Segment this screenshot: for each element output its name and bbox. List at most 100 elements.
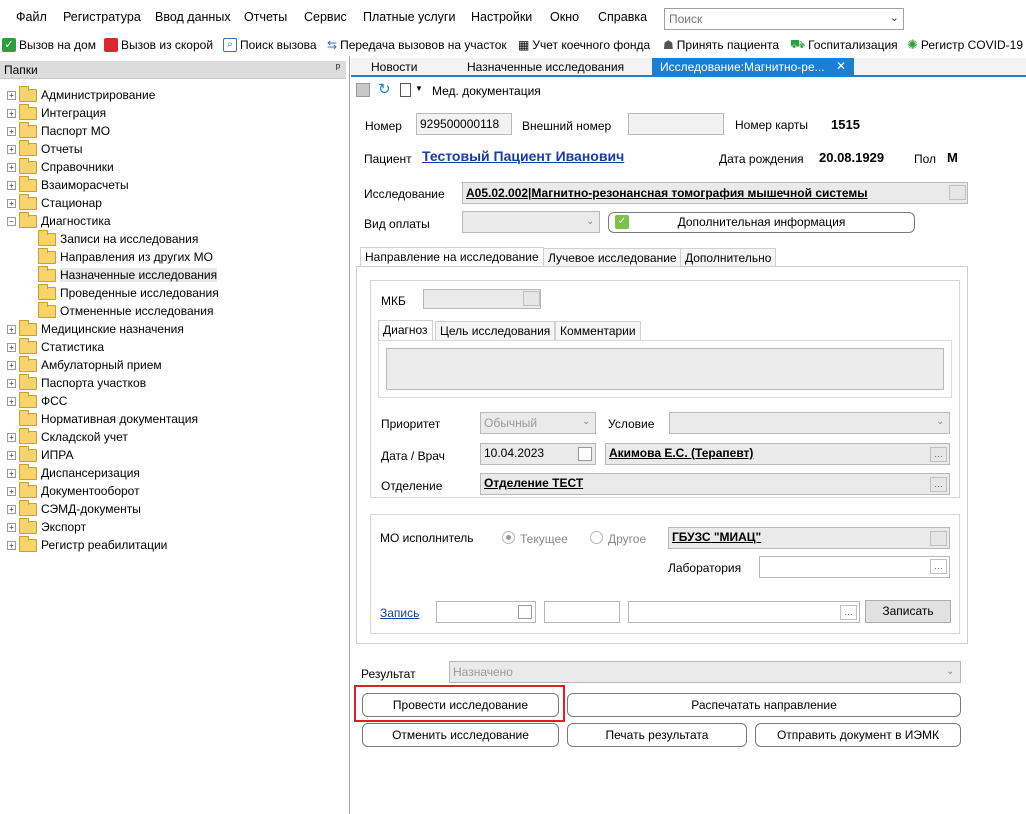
folder-item[interactable]: Нормативная документация xyxy=(7,409,198,428)
search-box[interactable]: ⌄ xyxy=(664,8,904,30)
diagnosis-textarea[interactable] xyxy=(386,348,944,390)
external-number-field[interactable] xyxy=(628,113,724,135)
expand-icon[interactable]: + xyxy=(7,396,16,406)
folder-item[interactable]: Отмененные исследования xyxy=(26,301,213,320)
menu-registry[interactable]: Регистратура xyxy=(63,10,141,24)
conduct-study-button[interactable]: Провести исследование xyxy=(362,693,559,717)
record-time-field[interactable] xyxy=(544,601,620,623)
folder-item[interactable]: + Медицинские назначения xyxy=(7,319,184,338)
tab-study-mri[interactable]: Исследование:Магнитно-ре... ✕ xyxy=(652,58,854,77)
transfer-calls-button[interactable]: ⇆ Передача вызовов на участок xyxy=(327,36,507,54)
expand-icon[interactable]: + xyxy=(7,450,16,460)
menu-file[interactable]: Файл xyxy=(16,10,47,24)
menu-paid-services[interactable]: Платные услуги xyxy=(363,10,455,24)
expand-icon[interactable]: + xyxy=(7,90,16,100)
tab-direction[interactable]: Направление на исследование xyxy=(360,247,544,267)
chevron-down-icon[interactable]: ⌄ xyxy=(936,416,944,427)
expand-icon[interactable]: + xyxy=(7,126,16,136)
folder-item[interactable]: + Амбулаторный прием xyxy=(7,355,162,374)
accept-patient-button[interactable]: ☗ Принять пациента xyxy=(663,36,779,54)
folder-item[interactable]: + Взаиморасчеты xyxy=(7,175,129,194)
bed-fund-button[interactable]: ▦ Учет коечного фонда xyxy=(518,36,650,54)
folder-item[interactable]: + Экспорт xyxy=(7,517,86,536)
folder-item[interactable]: + Регистр реабилитации xyxy=(7,535,167,554)
folder-item[interactable]: + Складской учет xyxy=(7,427,128,446)
laboratory-field[interactable] xyxy=(759,556,950,578)
search-input[interactable] xyxy=(665,9,875,29)
folder-item[interactable]: + Отчеты xyxy=(7,139,82,158)
save-icon[interactable] xyxy=(356,83,370,97)
expand-icon[interactable]: + xyxy=(7,108,16,118)
menu-settings[interactable]: Настройки xyxy=(471,10,532,24)
hospitalization-button[interactable]: ⛟ Госпитализация xyxy=(790,36,898,54)
expand-icon[interactable]: + xyxy=(7,342,16,352)
menu-data-entry[interactable]: Ввод данных xyxy=(155,10,231,24)
folder-item[interactable]: + Администрирование xyxy=(7,85,155,104)
icd-select-button[interactable] xyxy=(523,291,540,306)
tab-news[interactable]: Новости xyxy=(371,58,417,77)
folder-item[interactable]: + Справочники xyxy=(7,157,114,176)
pin-icon[interactable]: ᵖ xyxy=(336,62,340,74)
folder-item[interactable]: Записи на исследования xyxy=(26,229,198,248)
study-select-button[interactable] xyxy=(949,185,966,200)
expand-icon[interactable]: + xyxy=(7,540,16,550)
expand-icon[interactable]: + xyxy=(7,522,16,532)
tab-assigned-studies[interactable]: Назначенные исследования xyxy=(467,58,624,77)
folder-item[interactable]: + Паспорт МО xyxy=(7,121,110,140)
expand-icon[interactable]: + xyxy=(7,360,16,370)
chevron-down-icon[interactable]: ▼ xyxy=(415,84,423,93)
chevron-down-icon[interactable]: ⌄ xyxy=(582,416,590,427)
print-direction-button[interactable]: Распечатать направление xyxy=(567,693,961,717)
priority-select[interactable]: Обычный xyxy=(480,412,596,434)
additional-info-button[interactable]: ✓ Дополнительная информация xyxy=(608,212,915,233)
record-button[interactable]: Записать xyxy=(865,600,951,623)
expand-icon[interactable]: + xyxy=(7,324,16,334)
study-field[interactable]: А05.02.002|Магнитно-резонансная томограф… xyxy=(462,182,968,204)
department-field[interactable]: Отделение ТЕСТ xyxy=(480,473,950,495)
record-link[interactable]: Запись xyxy=(380,606,419,620)
chevron-down-icon[interactable]: ⌄ xyxy=(946,666,954,677)
expand-icon[interactable]: + xyxy=(7,504,16,514)
menu-help[interactable]: Справка xyxy=(598,10,647,24)
expand-icon[interactable]: + xyxy=(7,486,16,496)
patient-name-link[interactable]: Тестовый Пациент Иванович xyxy=(422,148,624,164)
result-select[interactable]: Назначено xyxy=(449,661,961,683)
number-field[interactable]: 929500000118 xyxy=(416,113,512,135)
expand-icon[interactable]: + xyxy=(7,162,16,172)
folder-item[interactable]: − Диагностика xyxy=(7,211,111,230)
radio-other[interactable] xyxy=(590,531,603,544)
doctor-select-button[interactable]: … xyxy=(930,447,947,462)
print-result-button[interactable]: Печать результата xyxy=(567,723,747,747)
chevron-down-icon[interactable]: ⌄ xyxy=(890,11,899,24)
record-slot-select-button[interactable]: … xyxy=(840,605,857,620)
folder-item[interactable]: Направления из других МО xyxy=(26,247,213,266)
condition-select[interactable] xyxy=(669,412,950,434)
covid-register-button[interactable]: ✺ Регистр COVID-19 xyxy=(907,36,1023,54)
tab-diagnosis[interactable]: Диагноз xyxy=(378,320,433,340)
folder-item[interactable]: + Документооборот xyxy=(7,481,140,500)
close-icon[interactable]: ✕ xyxy=(836,59,846,73)
collapse-icon[interactable]: − xyxy=(7,216,16,226)
tab-comments[interactable]: Комментарии xyxy=(555,321,641,340)
radio-current[interactable] xyxy=(502,531,515,544)
executor-mo-field[interactable]: ГБУЗС "МИАЦ" xyxy=(668,527,950,549)
ambulance-call-button[interactable]: Вызов из скорой xyxy=(104,36,213,54)
folder-item[interactable]: + СЭМД-документы xyxy=(7,499,141,518)
folder-item[interactable]: Проведенные исследования xyxy=(26,283,219,302)
expand-icon[interactable]: + xyxy=(7,180,16,190)
refresh-icon[interactable]: ↻ xyxy=(378,80,391,98)
expand-icon[interactable]: + xyxy=(7,144,16,154)
folder-item[interactable]: + ИПРА xyxy=(7,445,73,464)
chevron-down-icon[interactable]: ⌄ xyxy=(586,216,594,227)
tab-radiology[interactable]: Лучевое исследование xyxy=(543,248,682,267)
expand-icon[interactable]: + xyxy=(7,432,16,442)
expand-icon[interactable]: + xyxy=(7,378,16,388)
folder-item[interactable]: + Диспансеризация xyxy=(7,463,140,482)
folder-item[interactable]: + Паспорта участков xyxy=(7,373,146,392)
folder-item[interactable]: + Статистика xyxy=(7,337,104,356)
menu-reports[interactable]: Отчеты xyxy=(244,10,287,24)
home-call-button[interactable]: ✓ Вызов на дом xyxy=(2,36,96,54)
expand-icon[interactable]: + xyxy=(7,468,16,478)
doctor-field[interactable]: Акимова Е.С. (Терапевт) xyxy=(605,443,950,465)
folder-item[interactable]: + Стационар xyxy=(7,193,102,212)
